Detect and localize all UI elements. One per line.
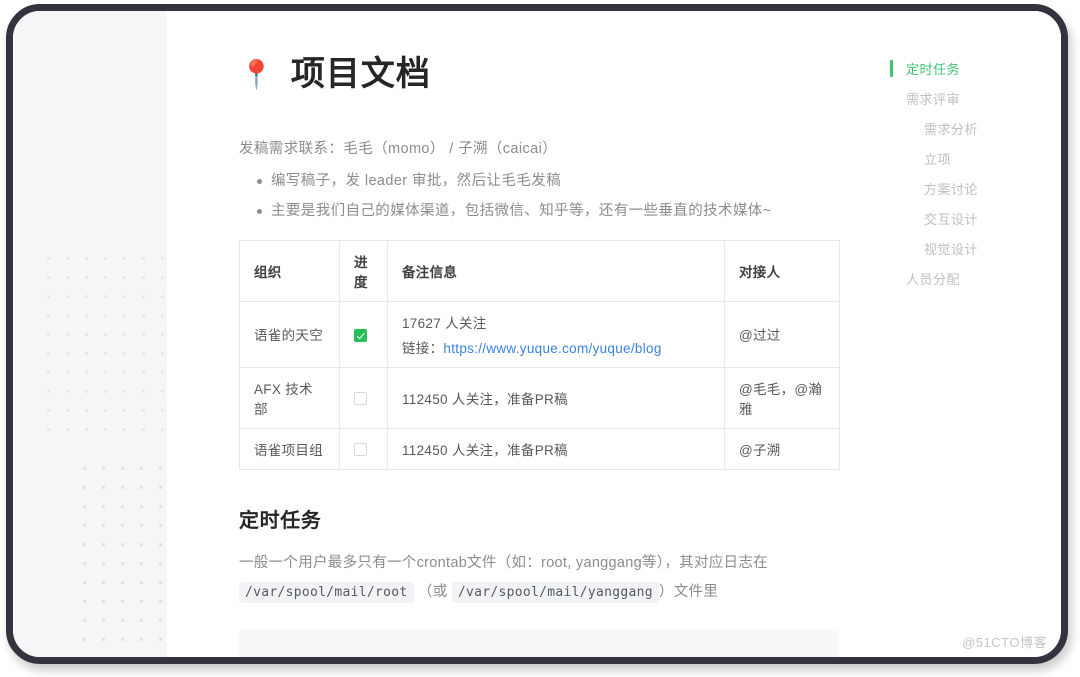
cell-org: AFX 技术部	[240, 367, 340, 428]
toc-item-交互设计[interactable]: 交互设计	[890, 213, 1040, 226]
para-text-3: ）文件里	[659, 584, 718, 600]
bullet-list: 编写稿子，发 leader 审批，然后让毛毛发稿 主要是我们自己的媒体渠道，包括…	[239, 171, 909, 222]
table-header-owner: 对接人	[725, 240, 840, 301]
para-text-2: （或	[418, 584, 448, 600]
progress-checkbox[interactable]	[354, 443, 367, 456]
toc-item-人员分配[interactable]: 人员分配	[890, 273, 1040, 286]
progress-checkbox[interactable]	[354, 392, 367, 405]
note-line-1: 112450 人关注，准备PR稿	[402, 388, 710, 408]
note-link-prefix: 链接：	[402, 341, 443, 356]
dot-pattern-top	[39, 249, 173, 439]
dot-pattern-bottom	[75, 459, 173, 657]
toc-item-立项[interactable]: 立项	[890, 153, 1040, 166]
device-frame: 📍 项目文档 发稿需求联系：毛毛（momo） / 子溯（caicai） 编写稿子…	[6, 4, 1068, 664]
cell-note: 112450 人关注，准备PR稿	[388, 367, 725, 428]
list-item: 主要是我们自己的媒体渠道，包括微信、知乎等，还有一些垂直的技术媒体~	[257, 201, 909, 222]
para-text-1: 一般一个用户最多只有一个crontab文件（如：root, yanggang等）…	[239, 555, 768, 571]
section-heading: 定时任务	[239, 504, 909, 533]
table-header-row: 组织 进度 备注信息 对接人	[240, 240, 840, 301]
cell-note: 112450 人关注，准备PR稿	[388, 428, 725, 469]
list-item: 编写稿子，发 leader 审批，然后让毛毛发稿	[257, 171, 909, 192]
page-title-text: 项目文档	[291, 51, 431, 99]
cell-progress	[340, 428, 388, 469]
table-row: 语雀项目组 112450 人关注，准备PR稿 @子溯	[240, 428, 840, 469]
cell-note: 17627 人关注 链接：https://www.yuque.com/yuque…	[388, 301, 725, 367]
toc-item-需求评审[interactable]: 需求评审	[890, 93, 1040, 106]
content-area: 📍 项目文档 发稿需求联系：毛毛（momo） / 子溯（caicai） 编写稿子…	[173, 11, 1061, 657]
progress-checkbox[interactable]	[354, 329, 367, 342]
table-header-org: 组织	[240, 240, 340, 301]
screen: 📍 项目文档 发稿需求联系：毛毛（momo） / 子溯（caicai） 编写稿子…	[13, 11, 1061, 657]
dot-pattern-clip	[13, 11, 173, 657]
inline-code-root: /var/spool/mail/root	[239, 582, 414, 603]
blog-link[interactable]: https://www.yuque.com/yuque/blog	[443, 341, 661, 356]
section-paragraph: 一般一个用户最多只有一个crontab文件（如：root, yanggang等）…	[239, 549, 909, 607]
cell-owner[interactable]: @子溯	[725, 428, 840, 469]
cell-progress	[340, 301, 388, 367]
pin-icon: 📍	[239, 61, 275, 89]
toc-item-视觉设计[interactable]: 视觉设计	[890, 243, 1040, 256]
toc-item-方案讨论[interactable]: 方案讨论	[890, 183, 1040, 196]
code-block: sudo ls -l /var/spool/cron/（或有时是 /var/sp…	[239, 629, 839, 657]
cell-owner[interactable]: @毛毛，@瀚雅	[725, 367, 840, 428]
document-body: 📍 项目文档 发稿需求联系：毛毛（momo） / 子溯（caicai） 编写稿子…	[239, 51, 909, 657]
note-line-2: 链接：https://www.yuque.com/yuque/blog	[402, 337, 710, 357]
table-row: AFX 技术部 112450 人关注，准备PR稿 @毛毛，@瀚雅	[240, 367, 840, 428]
table-header-note: 备注信息	[388, 240, 725, 301]
cell-org: 语雀的天空	[240, 301, 340, 367]
info-table: 组织 进度 备注信息 对接人 语雀的天空	[239, 240, 840, 470]
toc-item-定时任务[interactable]: 定时任务	[890, 63, 1040, 76]
toc-item-需求分析[interactable]: 需求分析	[890, 123, 1040, 136]
table-header-progress: 进度	[340, 240, 388, 301]
table-row: 语雀的天空 17627 人关注 链接：https://www.yuque.com…	[240, 301, 840, 367]
cell-owner[interactable]: @过过	[725, 301, 840, 367]
intro-paragraph: 发稿需求联系：毛毛（momo） / 子溯（caicai）	[239, 137, 909, 158]
note-line-1: 17627 人关注	[402, 312, 710, 332]
page-title: 📍 项目文档	[239, 51, 909, 99]
cell-progress	[340, 367, 388, 428]
note-line-1: 112450 人关注，准备PR稿	[402, 439, 710, 459]
decorative-left-panel	[13, 11, 167, 657]
watermark: @51CTO博客	[962, 632, 1047, 651]
cell-org: 语雀项目组	[240, 428, 340, 469]
inline-code-yanggang: /var/spool/mail/yanggang	[452, 582, 659, 603]
table-of-contents: 定时任务 需求评审 需求分析 立项 方案讨论 交互设计 视觉设计 人员分配	[890, 63, 1040, 303]
